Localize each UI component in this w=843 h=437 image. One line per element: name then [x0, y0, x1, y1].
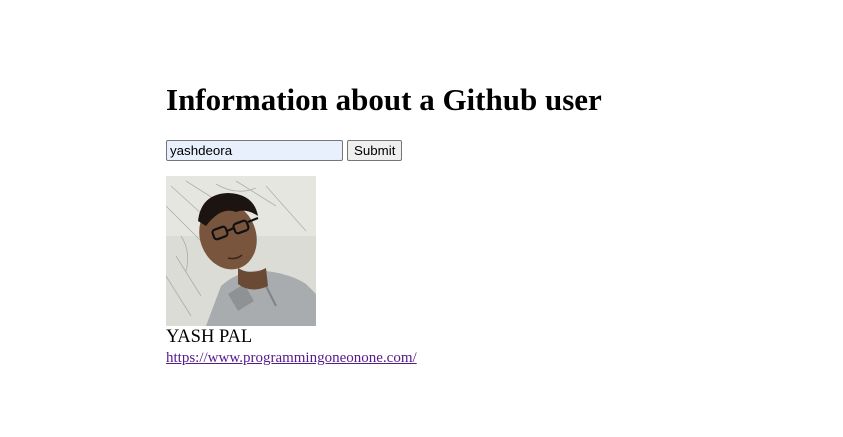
- submit-button[interactable]: Submit: [347, 139, 403, 161]
- user-name: YASH PAL: [166, 327, 253, 347]
- username-input[interactable]: [166, 139, 343, 161]
- page-title: Information about a Github user: [166, 82, 602, 117]
- user-search-form: Submit: [166, 139, 403, 161]
- user-blog-link[interactable]: https://www.programmingoneonone.com/: [166, 349, 417, 367]
- user-avatar: [166, 176, 316, 326]
